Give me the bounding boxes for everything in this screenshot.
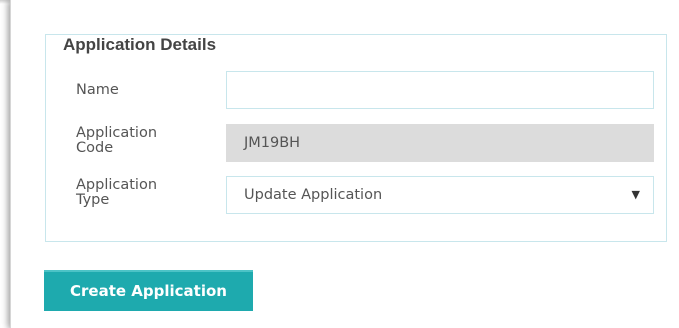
name-label: Name <box>76 82 119 98</box>
application-type-label-line2: Type <box>76 192 110 208</box>
application-type-label: Application Type <box>76 178 157 208</box>
application-type-select[interactable]: Update Application ▼ <box>226 176 654 214</box>
application-code-label: Application Code <box>76 126 157 156</box>
name-input[interactable] <box>226 71 654 109</box>
create-application-button[interactable]: Create Application <box>44 270 253 311</box>
application-type-label-line1: Application <box>76 177 158 193</box>
application-code-field: JM19BH <box>226 124 654 162</box>
section-title: Application Details <box>57 35 223 55</box>
application-code-label-line1: Application <box>76 125 158 141</box>
dropdown-arrow-icon: ▼ <box>631 188 640 201</box>
application-type-selected: Update Application <box>244 187 383 203</box>
application-code-label-line2: Code <box>76 140 114 156</box>
application-code-value: JM19BH <box>244 135 301 151</box>
